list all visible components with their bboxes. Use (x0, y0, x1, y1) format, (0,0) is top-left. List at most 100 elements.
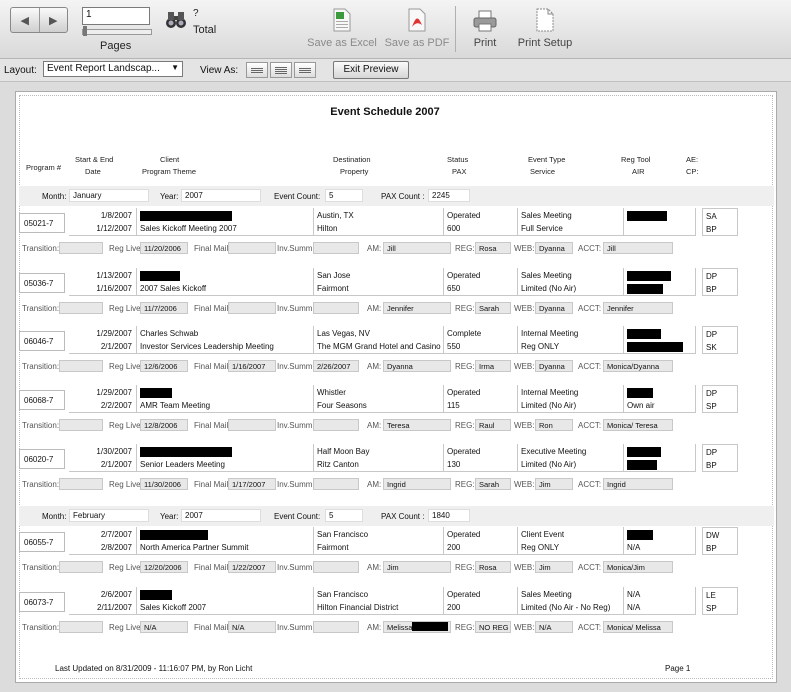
program-theme: Sales Kickoff Meeting 2007 (140, 224, 237, 233)
reg-live-value: 11/20/2006 (140, 242, 188, 254)
transition-label: Transition: (22, 362, 60, 371)
inv-summ-value (313, 478, 359, 490)
print-button[interactable]: Print (466, 6, 504, 49)
cp: SP (706, 604, 717, 613)
destination: San Francisco (317, 590, 369, 599)
air: N/A (627, 603, 641, 612)
year-value: 2007 (181, 189, 261, 202)
reg-live-value: 12/8/2006 (140, 419, 188, 431)
reg-live-value: 12/20/2006 (140, 561, 188, 573)
event-count-value: 5 (325, 189, 363, 202)
destination: Las Vegas, NV (317, 329, 370, 338)
printer-icon (473, 10, 497, 32)
transition-label: Transition: (22, 421, 60, 430)
header-property: Property (340, 167, 369, 176)
final-mail-label: Final Mail: (194, 244, 231, 253)
year-label: Year: (160, 192, 179, 201)
reg-live-label: Reg Live: (109, 480, 143, 489)
next-page-button[interactable]: ▶ (38, 8, 68, 32)
reg-live-label: Reg Live: (109, 563, 143, 572)
view-as-list-button[interactable] (270, 62, 292, 78)
property: Hilton (317, 224, 338, 233)
acct-value: Monica/Dyanna (603, 360, 673, 372)
event-type-service: Internal Meeting Reg ONLY (518, 326, 624, 354)
reg-live-label: Reg Live: (109, 623, 143, 632)
ae-cp: DP BP (702, 444, 738, 472)
destination-property: Whistler Four Seasons (314, 385, 444, 413)
air: N/A (627, 543, 641, 552)
page-slider[interactable] (82, 26, 152, 36)
transition-value (59, 478, 103, 490)
reg-live-value: N/A (140, 621, 188, 633)
ae: LE (706, 591, 716, 600)
header-reg-tool: Reg Tool (621, 155, 651, 164)
am-label: AM: (367, 421, 382, 430)
web-value: Dyanna (535, 302, 573, 314)
status: Operated (447, 388, 481, 397)
inv-summ-label: Inv.Summ: (277, 480, 315, 489)
web-label: WEB: (514, 304, 535, 313)
service: Limited (No Air) (521, 401, 577, 410)
page-slider-thumb[interactable] (83, 26, 87, 36)
status: Operated (447, 530, 481, 539)
status: Operated (447, 211, 481, 220)
event-type-service: Internal Meeting Limited (No Air) (518, 385, 624, 413)
redacted-block (140, 388, 172, 398)
acct-value: Jennifer (603, 302, 673, 314)
destination-property: San Francisco Fairmont (314, 527, 444, 555)
program-number: 06055-7 (19, 532, 65, 552)
final-mail-value: 1/16/2007 (228, 360, 276, 372)
redacted-block (627, 329, 661, 339)
last-updated-text: Last Updated on 8/31/2009 - 11:16:07 PM,… (55, 664, 253, 673)
transition-value (59, 419, 103, 431)
event-dates: 2/7/2007 2/8/2007 (69, 527, 137, 555)
start-date: 1/8/2007 (100, 211, 132, 220)
am-value: Ingrid (383, 478, 451, 490)
save-as-pdf-button[interactable]: Save as PDF (384, 6, 450, 49)
header-program-theme: Program Theme (142, 167, 197, 176)
final-mail-label: Final Mail: (194, 304, 231, 313)
previous-page-button[interactable]: ◀ (11, 8, 39, 32)
event-dates: 1/30/2007 2/1/2007 (69, 444, 137, 472)
ae: DP (706, 389, 718, 398)
pax: 650 (447, 284, 461, 293)
header-start-end: Start & End (75, 155, 114, 164)
header-air: AIR (632, 167, 645, 176)
destination: Whistler (317, 388, 346, 397)
print-setup-button[interactable]: Print Setup (512, 6, 578, 49)
total-label: Total (193, 24, 217, 36)
acct-value: Monica/Jim (603, 561, 673, 573)
layout-dropdown[interactable]: Event Report Landscap... ▼ (43, 61, 183, 77)
reg-value: Sarah (475, 478, 511, 490)
end-date: 2/8/2007 (100, 543, 132, 552)
save-as-excel-button[interactable]: Save as Excel (307, 6, 377, 49)
cp: SK (706, 343, 717, 352)
event-type: Executive Meeting (521, 447, 587, 456)
reg-live-label: Reg Live: (109, 304, 143, 313)
ae: DP (706, 448, 718, 457)
status-pax: Operated 650 (444, 268, 518, 296)
pax: 550 (447, 342, 461, 351)
final-mail-value (228, 242, 276, 254)
inv-summ-value: 2/26/2007 (313, 360, 359, 372)
web-label: WEB: (514, 563, 535, 572)
ae: SA (706, 212, 717, 221)
chevron-down-icon: ▼ (171, 63, 179, 72)
exit-preview-button[interactable]: Exit Preview (333, 61, 409, 79)
page-number-input[interactable]: 1 (82, 7, 150, 25)
view-as-table-button[interactable] (294, 62, 316, 78)
destination: San Francisco (317, 530, 369, 539)
acct-value: Monica/ Teresa (603, 419, 673, 431)
event-count-label: Event Count: (274, 512, 321, 521)
destination: San Jose (317, 271, 351, 280)
program-number: 05021-7 (19, 213, 65, 233)
redacted-block (140, 447, 232, 457)
destination: Austin, TX (317, 211, 354, 220)
acct-value: Ingrid (603, 478, 673, 490)
excel-file-icon (333, 8, 351, 32)
web-value: Ron (535, 419, 573, 431)
am-value: Jim (383, 561, 451, 573)
view-as-form-button[interactable] (246, 62, 268, 78)
acct-value: Monica/ Melissa (603, 621, 673, 633)
start-date: 1/29/2007 (96, 329, 132, 338)
